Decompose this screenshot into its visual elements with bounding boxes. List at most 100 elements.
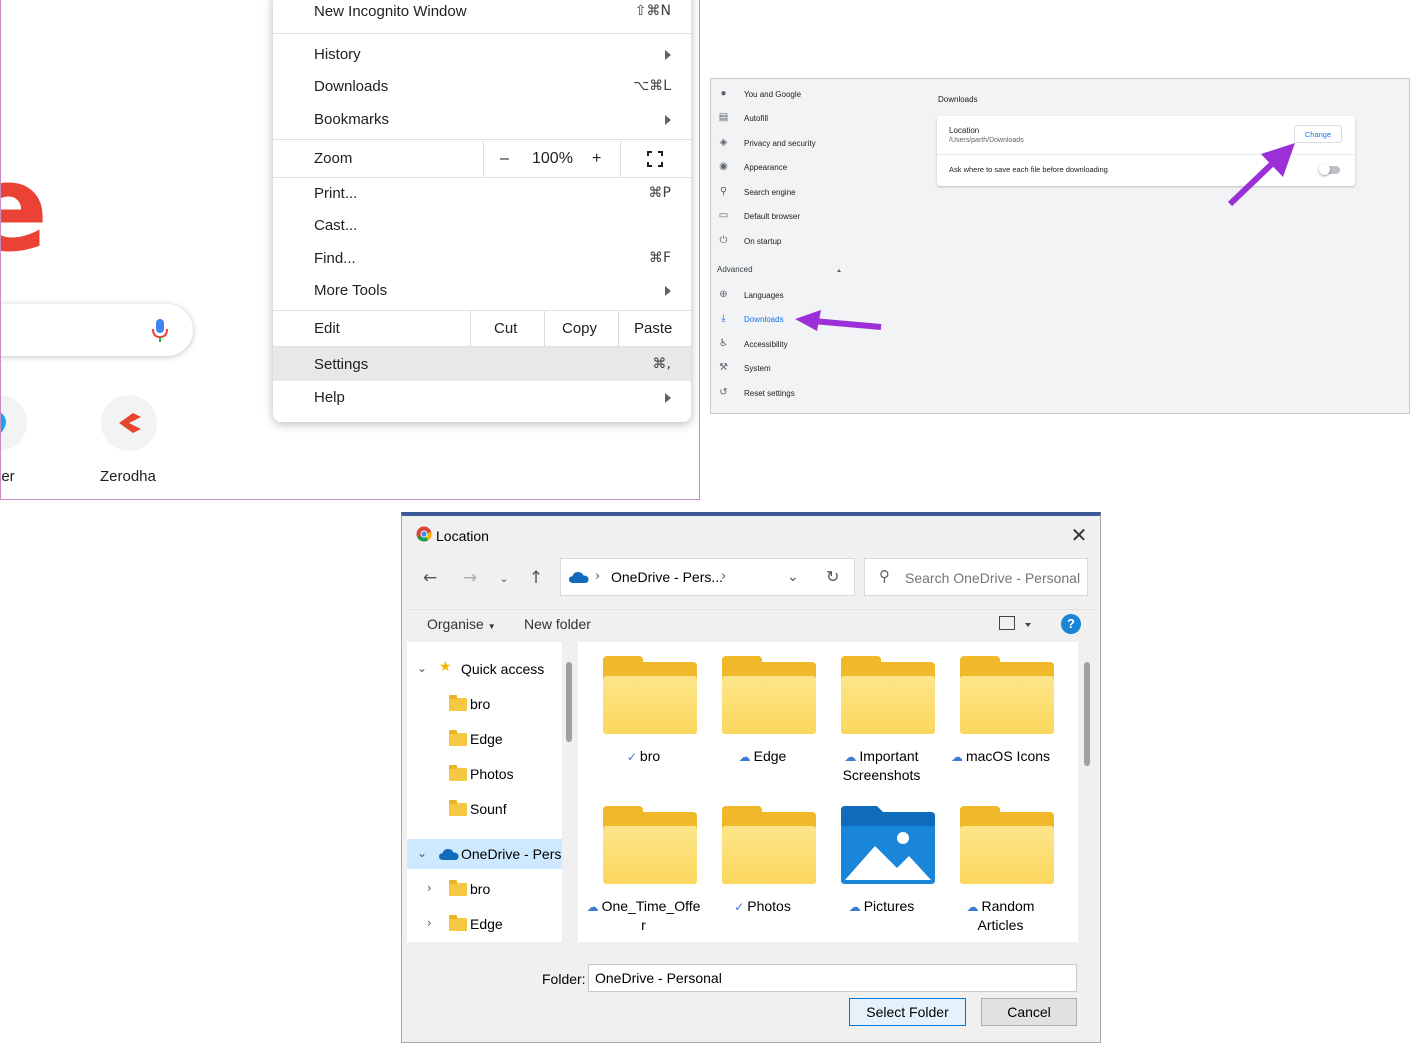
refresh-icon[interactable]: ↻ (826, 567, 839, 586)
settings-nav-system[interactable]: ⚒ System (711, 359, 911, 379)
menu-item-bookmarks[interactable]: Bookmarks (273, 104, 691, 136)
folder-icon (841, 656, 935, 734)
edit-divider (544, 311, 545, 347)
power-icon: ⏻ (719, 235, 728, 246)
settings-nav-appearance[interactable]: ◉ Appearance (711, 158, 911, 178)
cut-button[interactable]: Cut (494, 320, 517, 337)
zoom-level: 100% (532, 150, 573, 167)
up-arrow-icon[interactable]: ↑ (524, 566, 548, 590)
folder-tile-macos-icons[interactable]: ☁ macOS Icons (943, 642, 1058, 792)
folder-grid-scrollbar[interactable] (1084, 662, 1090, 766)
menu-item-find[interactable]: Find... ⌘F (273, 243, 691, 275)
address-path[interactable]: OneDrive - Pers... (611, 569, 723, 585)
menu-divider (273, 139, 691, 140)
command-bar: Organise ▼ New folder ? (407, 609, 1095, 639)
chevron-down-icon[interactable]: ⌄ (417, 661, 427, 675)
menu-item-history[interactable]: History (273, 39, 691, 71)
folder-icon (722, 806, 816, 884)
folder-icon (449, 915, 467, 931)
cancel-button[interactable]: Cancel (981, 998, 1077, 1026)
select-folder-button[interactable]: Select Folder (849, 998, 966, 1026)
folder-tile-bro[interactable]: ✓ bro (586, 642, 701, 792)
microphone-icon[interactable] (151, 318, 169, 344)
tree-item-edge[interactable]: Edge (407, 724, 562, 754)
shortcut-twitter-tile[interactable] (1, 395, 27, 451)
chrome-main-menu: New Incognito Window ⇧⌘N History Downloa… (273, 0, 691, 422)
zoom-divider (483, 141, 484, 177)
recent-locations-chevron-icon[interactable]: ⌄ (492, 566, 516, 590)
tree-item-quick-access[interactable]: ⌄ ★ Quick access (407, 654, 562, 684)
menu-item-settings[interactable]: Settings ⌘, (273, 347, 691, 381)
settings-nav-on-startup[interactable]: ⏻ On startup (711, 232, 911, 252)
annotation-arrow-left-icon (795, 310, 882, 331)
settings-nav-default-browser[interactable]: ▭ Default browser (711, 207, 911, 227)
tree-item-onedrive-edge[interactable]: › Edge (407, 909, 562, 939)
search-input[interactable] (905, 567, 1083, 589)
tree-item-sounf[interactable]: Sounf (407, 794, 562, 824)
folder-tile-one-time-offer[interactable]: ☁ One_Time_Offe r (586, 792, 701, 942)
ask-where-to-save-toggle[interactable] (1319, 164, 1340, 175)
folder-icon (449, 695, 467, 711)
shortcut-text: ⌘P (648, 185, 671, 201)
browser-icon: ▭ (718, 210, 729, 221)
back-arrow-icon[interactable]: ← (418, 566, 442, 590)
new-folder-button[interactable]: New folder (524, 616, 591, 632)
folder-field-label: Folder: (542, 971, 586, 987)
menu-item-help[interactable]: Help (273, 382, 691, 414)
tree-item-photos[interactable]: Photos (407, 759, 562, 789)
shortcut-text: ⇧⌘N (634, 3, 671, 19)
tree-item-onedrive[interactable]: ⌄ OneDrive - Perso (407, 839, 562, 869)
tree-item-onedrive-bro[interactable]: › bro (407, 874, 562, 904)
settings-nav-search-engine[interactable]: ⚲ Search engine (711, 183, 911, 203)
zoom-divider (620, 141, 621, 177)
folder-tile-photos[interactable]: ✓ Photos (705, 792, 820, 942)
folder-icon (960, 806, 1054, 884)
organise-button[interactable]: Organise ▼ (427, 616, 496, 632)
folder-name-input[interactable] (588, 964, 1077, 992)
folder-tile-random-articles[interactable]: ☁ Random Articles (943, 792, 1058, 942)
settings-advanced-heading[interactable]: Advanced (717, 265, 753, 274)
settings-nav-accessibility[interactable]: ♿ Accessibility (711, 335, 911, 355)
shortcut-text: ⌘F (648, 250, 671, 266)
search-box[interactable]: ⚲ (864, 558, 1088, 596)
help-icon[interactable]: ? (1061, 614, 1081, 634)
copy-button[interactable]: Copy (562, 320, 597, 337)
breadcrumb-chevron-icon[interactable]: › (721, 569, 726, 584)
address-dropdown-chevron-icon[interactable]: ⌄ (787, 569, 799, 585)
view-options-icon[interactable] (999, 616, 1015, 630)
cloud-icon: ☁ (966, 900, 979, 914)
close-button[interactable]: ✕ (1068, 524, 1090, 546)
menu-item-print[interactable]: Print... ⌘P (273, 178, 691, 210)
menu-item-more-tools[interactable]: More Tools (273, 275, 691, 307)
cloud-icon: ☁ (950, 750, 963, 764)
address-bar[interactable]: › OneDrive - Pers... › ⌄ ↻ (560, 558, 855, 596)
settings-nav-languages[interactable]: ⊕ Languages (711, 286, 911, 306)
tree-item-bro[interactable]: bro (407, 689, 562, 719)
google-logo-fragment: e (1, 150, 48, 270)
restore-icon: ↺ (719, 387, 728, 398)
change-location-button[interactable]: Change (1294, 125, 1342, 143)
settings-nav-reset[interactable]: ↺ Reset settings (711, 384, 911, 404)
caret-down-icon[interactable] (1025, 623, 1031, 627)
menu-item-downloads[interactable]: Downloads ⌥⌘L (273, 71, 691, 103)
paste-button[interactable]: Paste (634, 320, 672, 337)
settings-nav-autofill[interactable]: ▤ Autofill (711, 109, 911, 129)
chevron-right-icon[interactable]: › (427, 916, 432, 930)
chevron-right-icon[interactable]: › (427, 881, 432, 895)
navigation-scrollbar[interactable] (566, 662, 572, 742)
settings-nav-privacy[interactable]: ◈ Privacy and security (711, 134, 911, 154)
folder-tile-edge[interactable]: ☁ Edge (705, 642, 820, 792)
shortcut-zerodha-tile[interactable] (101, 395, 157, 451)
settings-nav-you-and-google[interactable]: ● You and Google (711, 85, 911, 105)
folder-tile-important-screenshots[interactable]: ☁ Important Screenshots (824, 642, 939, 792)
zoom-out-button[interactable]: – (500, 150, 509, 168)
forward-arrow-icon[interactable]: → (458, 566, 482, 590)
chevron-down-icon[interactable]: ⌄ (417, 846, 427, 860)
fullscreen-icon[interactable] (647, 151, 663, 167)
menu-item-new-incognito[interactable]: New Incognito Window ⇧⌘N (273, 0, 691, 28)
menu-item-cast[interactable]: Cast... (273, 210, 691, 242)
zoom-in-button[interactable]: + (592, 150, 601, 168)
folder-tile-pictures[interactable]: ☁ Pictures (824, 792, 939, 942)
caret-up-icon[interactable] (837, 269, 841, 272)
folder-grid: ✓ bro ☁ Edge ☁ Important Screenshots ☁ macOS … (578, 642, 1078, 942)
